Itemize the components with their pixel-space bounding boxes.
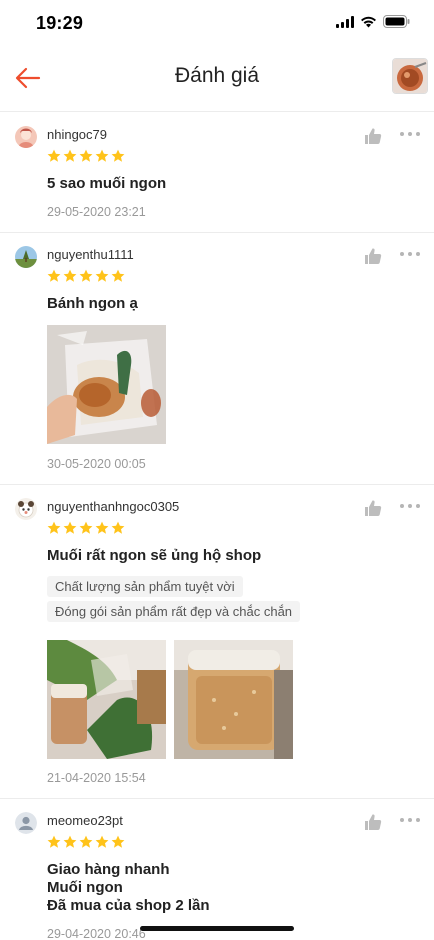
status-icons xyxy=(336,15,410,28)
more-options-icon[interactable] xyxy=(400,504,420,510)
more-options-icon[interactable] xyxy=(400,132,420,138)
more-options-icon[interactable] xyxy=(400,252,420,258)
thumbs-up-icon[interactable] xyxy=(364,127,382,145)
review-tag: Đóng gói sản phẩm rất đẹp và chắc chắn xyxy=(47,601,301,622)
battery-icon xyxy=(383,15,410,28)
review-item: nguyenthu1111 Bánh ngon ạ 30-05-2020 00:… xyxy=(0,233,434,485)
review-text: Muối rất ngon sẽ ủng hộ shop xyxy=(47,547,261,565)
review-date: 30-05-2020 00:05 xyxy=(47,457,146,471)
avatar[interactable] xyxy=(15,246,37,268)
more-options-icon[interactable] xyxy=(400,818,420,824)
review-date: 29-05-2020 23:21 xyxy=(47,205,146,219)
wifi-icon xyxy=(361,16,376,27)
review-username[interactable]: meomeo23pt xyxy=(47,813,123,828)
home-indicator xyxy=(140,926,294,931)
star-rating xyxy=(47,149,125,163)
star-icon xyxy=(63,149,77,162)
star-icon xyxy=(63,521,77,534)
star-icon xyxy=(79,835,93,848)
review-text: Bánh ngon ạ xyxy=(47,295,138,313)
star-icon xyxy=(63,269,77,282)
avatar[interactable] xyxy=(15,126,37,148)
review-item: nhingoc79 5 sao muối ngon 29-05-2020 23:… xyxy=(0,113,434,233)
review-text-line: Muối rất ngon sẽ ủng hộ shop xyxy=(47,547,262,564)
product-thumbnail[interactable] xyxy=(392,58,428,94)
review-photo-package[interactable] xyxy=(47,640,166,759)
avatar[interactable] xyxy=(15,498,37,520)
star-icon xyxy=(47,521,61,534)
review-username[interactable]: nhingoc79 xyxy=(47,127,107,142)
review-username[interactable]: nguyenthanhngoc0305 xyxy=(47,499,179,514)
review-text-line: Đã mua của shop 2 lần xyxy=(47,897,210,914)
star-icon xyxy=(47,269,61,282)
review-item: nguyenthanhngoc0305 Muối rất ngon sẽ ủng… xyxy=(0,485,434,799)
status-bar: 19:29 xyxy=(0,0,434,46)
star-icon xyxy=(79,521,93,534)
review-text: 5 sao muối ngon xyxy=(47,175,166,193)
star-icon xyxy=(79,269,93,282)
star-icon xyxy=(95,835,109,848)
thumbs-up-icon[interactable] xyxy=(364,247,382,265)
review-text-line: Giao hàng nhanh xyxy=(47,861,170,878)
star-rating xyxy=(47,269,125,283)
star-icon xyxy=(63,835,77,848)
star-icon xyxy=(95,521,109,534)
review-tag: Chất lượng sản phẩm tuyệt vời xyxy=(47,576,243,597)
header: Đánh giá xyxy=(0,46,434,112)
review-text: Giao hàng nhanh Muối ngon Đã mua của sho… xyxy=(47,861,210,915)
star-icon xyxy=(79,149,93,162)
review-date: 29-04-2020 20:46 xyxy=(47,927,146,940)
star-rating xyxy=(47,835,125,849)
review-text-line: Muối ngon xyxy=(47,879,123,896)
star-icon xyxy=(111,835,125,848)
review-text-line: 5 sao muối ngon xyxy=(47,175,167,192)
page-title: Đánh giá xyxy=(174,64,260,87)
star-rating xyxy=(47,521,125,535)
star-icon xyxy=(111,149,125,162)
review-username[interactable]: nguyenthu1111 xyxy=(47,247,134,262)
star-icon xyxy=(111,521,125,534)
star-icon xyxy=(95,269,109,282)
star-icon xyxy=(95,149,109,162)
cellular-signal-icon xyxy=(336,15,354,28)
review-list: nhingoc79 5 sao muối ngon 29-05-2020 23:… xyxy=(0,113,434,940)
star-icon xyxy=(47,149,61,162)
star-icon xyxy=(111,269,125,282)
avatar[interactable] xyxy=(15,812,37,834)
review-date: 21-04-2020 15:54 xyxy=(47,771,146,785)
status-time: 19:29 xyxy=(36,13,84,33)
thumbs-up-icon[interactable] xyxy=(364,813,382,831)
star-icon xyxy=(47,835,61,848)
review-photo-jar[interactable] xyxy=(174,640,293,759)
review-item: meomeo23pt Giao hàng nhanh Muối ngon Đã … xyxy=(0,799,434,940)
review-photo-bag[interactable] xyxy=(47,325,166,444)
review-text-line: Bánh ngon ạ xyxy=(47,295,138,312)
thumbs-up-icon[interactable] xyxy=(364,499,382,517)
